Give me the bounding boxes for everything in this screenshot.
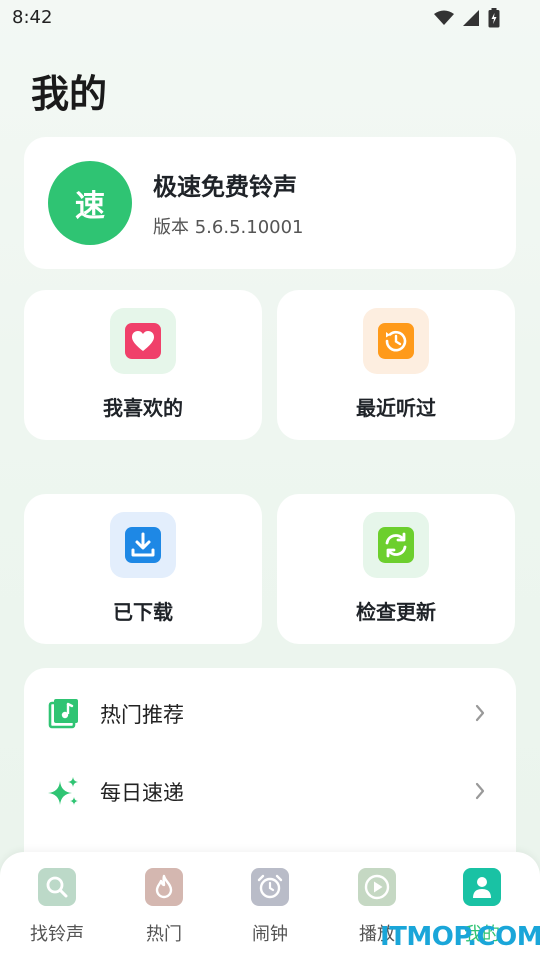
tile-recent-label: 最近听过 <box>356 396 436 420</box>
tile-downloaded-label: 已下载 <box>113 600 173 624</box>
tile-update-label: 检查更新 <box>356 600 436 624</box>
app-logo: 速 <box>48 161 132 245</box>
tile-favorites[interactable]: 我喜欢的 <box>24 290 262 440</box>
app-version: 版本 5.6.5.10001 <box>153 217 304 238</box>
heart-icon <box>110 308 176 374</box>
play-icon <box>358 868 396 906</box>
tab-alarm[interactable]: 闹钟 <box>216 852 324 960</box>
history-icon <box>363 308 429 374</box>
app-info-card: 速 极速免费铃声 版本 5.6.5.10001 <box>24 137 516 269</box>
tile-downloaded[interactable]: 已下载 <box>24 494 262 644</box>
tile-favorites-label: 我喜欢的 <box>103 396 183 420</box>
page-title: 我的 <box>31 72 108 116</box>
watermark: ITMOP.COM <box>380 922 540 952</box>
status-time: 8:42 <box>12 7 53 28</box>
tab-label: 闹钟 <box>252 924 288 945</box>
status-icons <box>434 8 500 28</box>
refresh-icon <box>363 512 429 578</box>
tab-label: 找铃声 <box>30 924 84 945</box>
battery-icon <box>488 8 500 28</box>
tile-recent[interactable]: 最近听过 <box>277 290 515 440</box>
download-icon <box>110 512 176 578</box>
signal-icon <box>463 10 479 26</box>
list-item-label: 热门推荐 <box>100 703 184 727</box>
wifi-icon <box>434 10 454 25</box>
list-item-label: 每日速递 <box>100 781 184 805</box>
list-item-hot-recommend[interactable]: 热门推荐 <box>24 683 516 743</box>
user-icon <box>463 868 501 906</box>
chevron-right-icon <box>475 782 485 800</box>
tab-hot[interactable]: 热门 <box>110 852 218 960</box>
sparkle-icon <box>48 777 78 805</box>
tab-label: 热门 <box>146 924 182 945</box>
music-list-icon <box>48 699 78 729</box>
alarm-clock-icon <box>251 868 289 906</box>
tile-update[interactable]: 检查更新 <box>277 494 515 644</box>
search-icon <box>38 868 76 906</box>
fire-icon <box>145 868 183 906</box>
app-name: 极速免费铃声 <box>153 173 297 201</box>
list-item-daily-express[interactable]: 每日速递 <box>24 761 516 821</box>
tab-find[interactable]: 找铃声 <box>3 852 111 960</box>
chevron-right-icon <box>475 704 485 722</box>
status-bar: 8:42 <box>0 0 540 36</box>
menu-list: 热门推荐 每日速递 <box>24 668 516 858</box>
